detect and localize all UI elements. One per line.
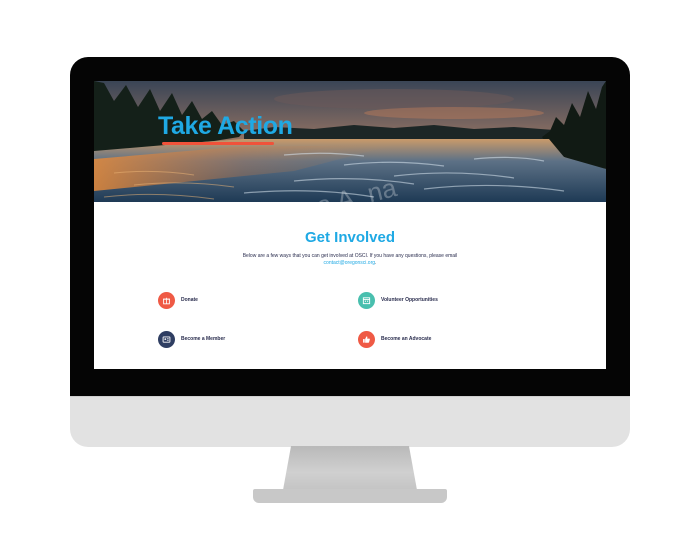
volunteer-opportunities-link[interactable]: Volunteer Opportunities [358,291,438,309]
monitor-chin [70,396,630,447]
intro-text: Below are a few ways that you can get in… [214,253,486,267]
section-heading: Get Involved [304,229,396,246]
become-advocate-label: Become an Advocate [381,336,432,342]
donate-link[interactable]: Donate [158,291,198,309]
volunteer-opportunities-label: Volunteer Opportunities [381,297,438,303]
intro-email-line: contact@oregonsci.org. [214,260,486,267]
get-involved-section: Get Involved Below are a few ways that y… [94,202,606,369]
advocate-icon-circle [358,330,375,348]
monitor-stand-neck [283,446,417,490]
page-title: Take Action [158,112,293,140]
volunteer-icon-circle [358,291,375,309]
intro-line: Below are a few ways that you can get in… [242,253,458,259]
intro-suffix: . [375,260,377,266]
hero-banner: na A. na Take Action [94,81,606,202]
thumbs-up-icon [363,335,370,343]
donate-label: Donate [181,297,198,303]
gift-icon [163,297,170,304]
calendar-icon [362,296,371,304]
donate-icon-circle [158,291,175,309]
become-member-link[interactable]: Become a Member [158,330,225,348]
id-card-icon [162,336,171,343]
become-advocate-link[interactable]: Become an Advocate [358,330,431,348]
member-icon-circle [158,330,175,348]
contact-email-link[interactable]: contact@oregonsci.org [324,260,376,266]
monitor-stand-base [253,489,447,503]
become-member-label: Become a Member [181,336,226,342]
monitor-screen: na A. na Take Action Get Involved Below … [94,81,606,369]
title-underline [162,142,274,145]
stage: na A. na Take Action Get Involved Below … [0,0,700,560]
